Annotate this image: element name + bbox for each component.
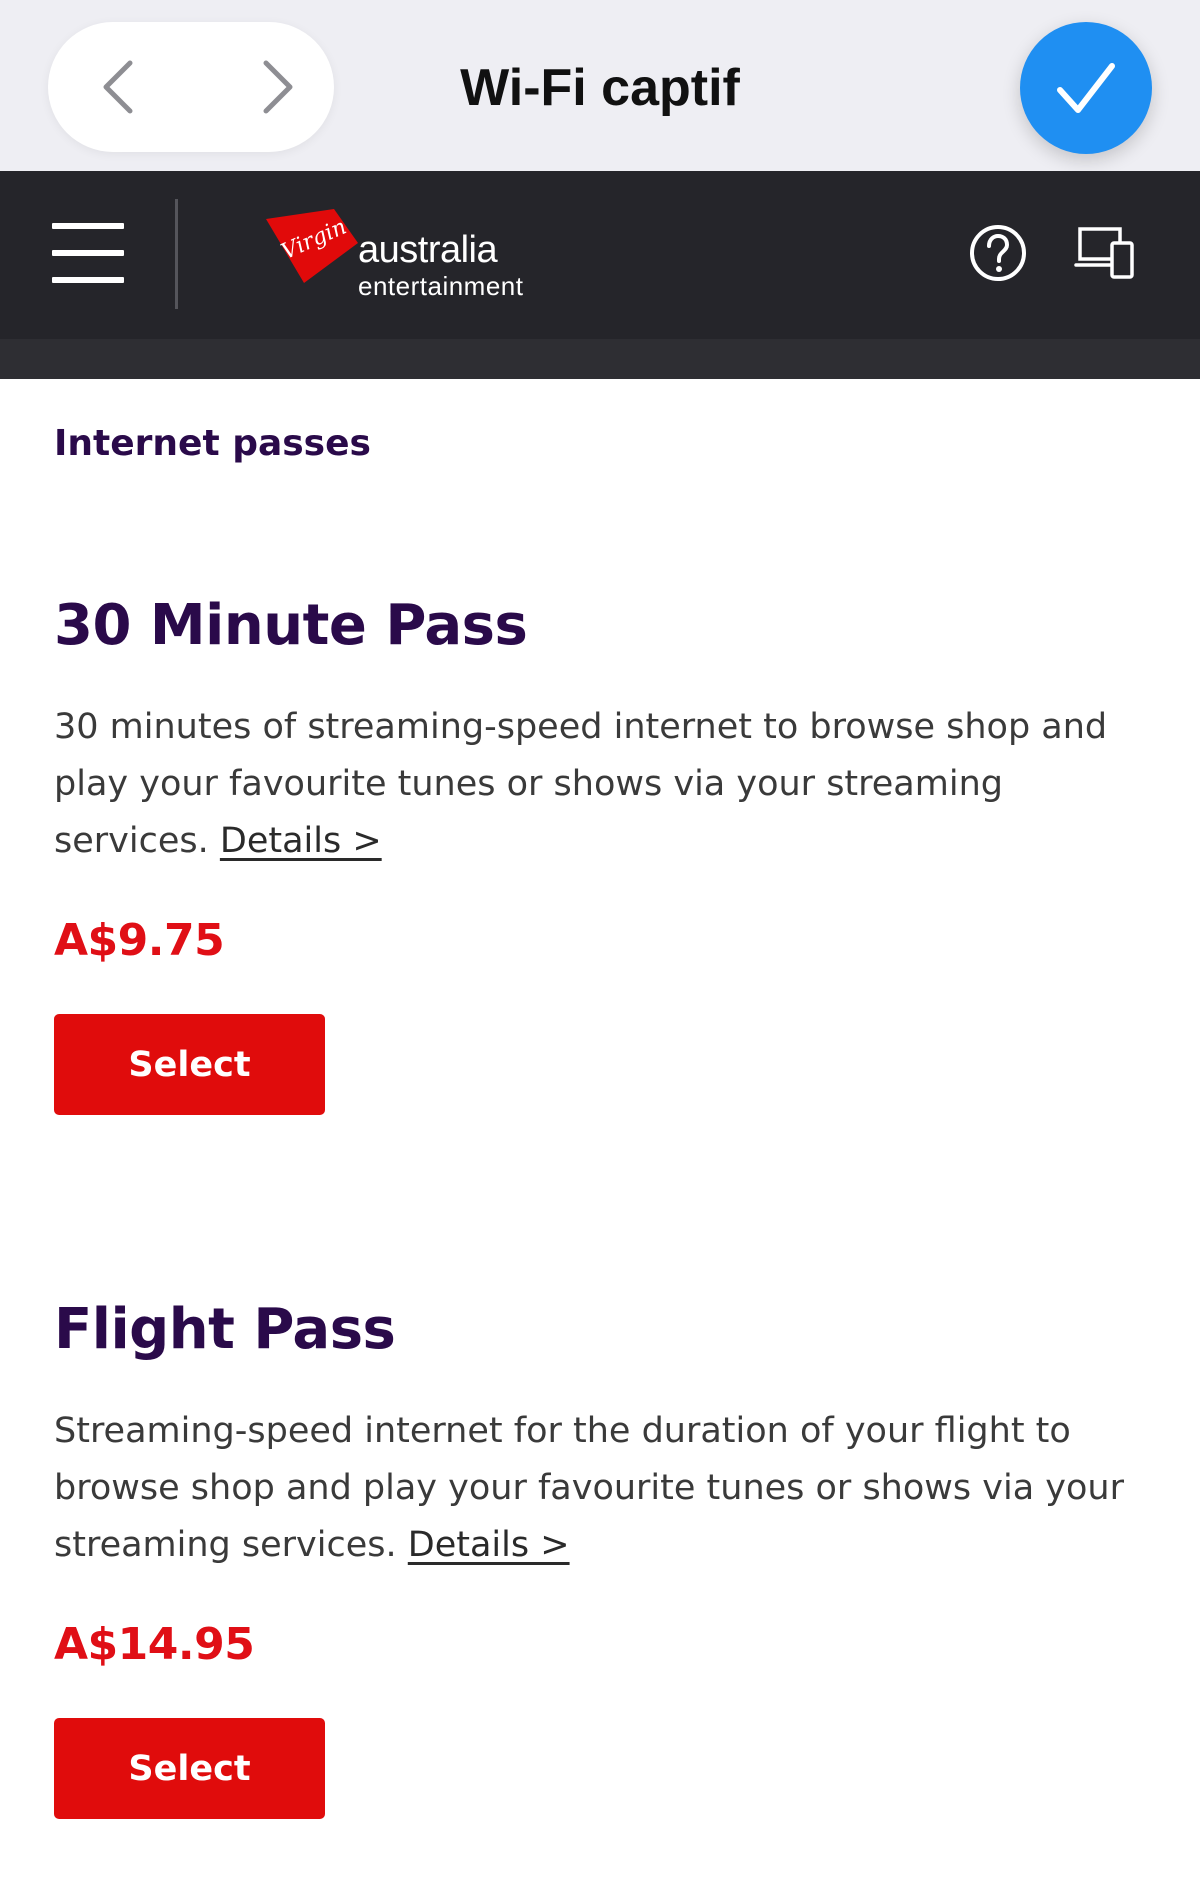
portal-app-bar: Virgin australia entertainment: [0, 171, 1200, 339]
menu-icon-line: [52, 250, 124, 256]
select-button[interactable]: Select: [54, 1014, 325, 1115]
captive-sheet-header: Wi-Fi captif: [0, 0, 1200, 171]
app-bar-divider: [175, 199, 178, 309]
pass-name: 30 Minute Pass: [54, 593, 528, 658]
chevron-left-icon: [103, 60, 133, 114]
menu-button[interactable]: [52, 223, 124, 283]
navigation-pill: [48, 22, 334, 152]
pass-price: A$9.75: [54, 915, 225, 966]
logo-text-main: australia: [358, 229, 498, 271]
virgin-australia-entertainment-logo[interactable]: Virgin australia entertainment: [264, 207, 544, 307]
section-title: Internet passes: [54, 423, 371, 464]
menu-icon-line: [52, 277, 124, 283]
pass-description: 30 minutes of streaming-speed internet t…: [54, 699, 1154, 870]
hamburger-menu-icon: [52, 223, 124, 229]
virgin-logo-icon: Virgin: [266, 209, 358, 283]
checkmark-icon: [1057, 63, 1115, 113]
devices-icon: [1074, 227, 1134, 279]
question-circle-icon: [970, 225, 1026, 281]
pass-price: A$14.95: [54, 1619, 255, 1670]
details-link[interactable]: Details >: [408, 1525, 570, 1565]
app-subbar: [0, 339, 1200, 379]
devices-button[interactable]: [1074, 225, 1136, 281]
chevron-right-icon: [263, 60, 293, 114]
pass-description: Streaming-speed internet for the duratio…: [54, 1403, 1154, 1574]
back-button[interactable]: [78, 47, 158, 127]
pass-description-text: Streaming-speed internet for the duratio…: [54, 1411, 1124, 1565]
sheet-title: Wi-Fi captif: [460, 59, 740, 117]
help-button[interactable]: [968, 223, 1028, 283]
pass-description-text: 30 minutes of streaming-speed internet t…: [54, 707, 1108, 861]
details-link[interactable]: Details >: [220, 821, 382, 861]
pass-name: Flight Pass: [54, 1297, 396, 1362]
done-button[interactable]: [1020, 22, 1152, 154]
select-button[interactable]: Select: [54, 1718, 325, 1819]
logo-text-sub: entertainment: [358, 271, 524, 301]
